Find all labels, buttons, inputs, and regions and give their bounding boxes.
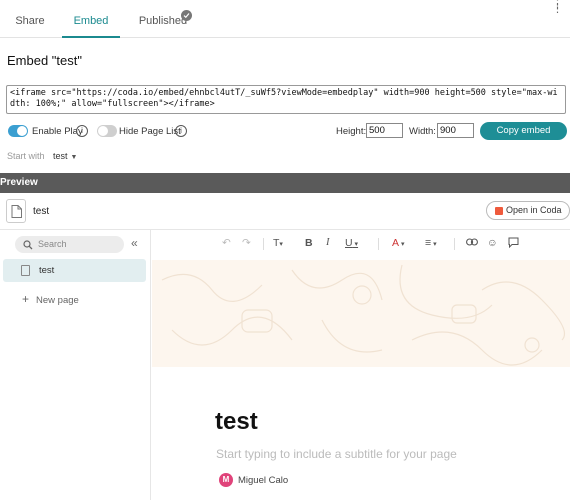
height-input[interactable]: [366, 123, 403, 138]
avatar: M: [219, 473, 233, 487]
height-label: Height:: [336, 126, 367, 137]
preview-bar: Preview: [0, 173, 570, 193]
coda-logo-icon: [495, 207, 503, 215]
new-page-button[interactable]: + New page: [22, 292, 79, 306]
text-style-icon[interactable]: T▾: [273, 237, 283, 249]
start-with-value: test: [53, 151, 68, 161]
chevron-down-icon: ▼: [70, 154, 78, 161]
dialog-tabs: Share Embed Published ⋮ ⋮: [0, 0, 570, 38]
enable-play-info-icon[interactable]: i: [76, 125, 88, 137]
enable-play-toggle[interactable]: [8, 125, 28, 137]
comment-icon[interactable]: [508, 237, 519, 251]
underline-icon[interactable]: U ▾: [345, 237, 358, 249]
align-icon[interactable]: ≡ ▾: [425, 237, 437, 249]
width-label: Width:: [409, 126, 436, 137]
search-icon: [23, 240, 33, 250]
italic-icon[interactable]: I: [326, 237, 330, 248]
undo-icon[interactable]: ↶: [222, 237, 231, 249]
start-with-select[interactable]: test ▼: [53, 151, 77, 161]
embed-options: Enable Play i Hide Page List i: [8, 123, 198, 141]
open-in-coda-button[interactable]: Open in Coda: [486, 201, 570, 220]
collapse-sidebar-icon[interactable]: «: [131, 236, 138, 250]
redo-icon[interactable]: ↷: [242, 237, 251, 249]
copy-embed-button[interactable]: Copy embed: [480, 122, 567, 140]
toggle-knob: [17, 126, 27, 136]
author-name: Miguel Calo: [238, 475, 289, 486]
text-color-icon[interactable]: A ▾: [392, 237, 404, 249]
embed-title: Embed "test": [7, 53, 82, 68]
toolbar-divider: [263, 238, 264, 250]
page-list-sidebar: Search « test + New page: [0, 230, 151, 500]
emoji-icon[interactable]: ☺: [487, 237, 498, 249]
editor-toolbar: ↶ ↷ T▾ B I U ▾ A ▾ ≡ ▾ ☺: [152, 234, 570, 254]
toolbar-divider: [378, 238, 379, 250]
search-input[interactable]: Search: [15, 236, 124, 253]
hide-page-list-label: Hide Page List: [119, 126, 181, 137]
search-placeholder: Search: [38, 239, 67, 249]
tab-embed[interactable]: Embed: [62, 0, 120, 38]
link-icon[interactable]: [466, 237, 478, 249]
tab-share[interactable]: Share: [0, 0, 60, 38]
embed-code-field[interactable]: <iframe src="https://coda.io/embed/ehnbc…: [6, 85, 566, 114]
start-with-label: Start with: [7, 151, 45, 161]
toolbar-divider: [454, 238, 455, 250]
new-page-label: New page: [36, 295, 79, 306]
doc-header: test Open in Coda: [0, 199, 570, 225]
more-options-icon[interactable]: ⋮ ⋮: [552, 0, 563, 15]
published-check-icon: [181, 10, 192, 21]
width-input[interactable]: [437, 123, 474, 138]
page-icon: [21, 265, 30, 276]
page-cover-image: [152, 260, 570, 367]
subtitle-placeholder[interactable]: Start typing to include a subtitle for y…: [216, 447, 457, 461]
page-title[interactable]: test: [215, 408, 258, 436]
open-in-coda-label: Open in Coda: [506, 205, 562, 215]
plus-icon: +: [22, 292, 30, 306]
sidebar-item-label: test: [39, 265, 55, 276]
bold-icon[interactable]: B: [305, 237, 313, 249]
hide-page-list-info-icon[interactable]: i: [175, 125, 187, 137]
hide-page-list-toggle[interactable]: [97, 125, 117, 137]
toggle-knob: [98, 126, 108, 136]
doc-icon: [6, 199, 26, 223]
doc-name: test: [33, 206, 50, 217]
sidebar-item-test[interactable]: test: [3, 259, 146, 282]
